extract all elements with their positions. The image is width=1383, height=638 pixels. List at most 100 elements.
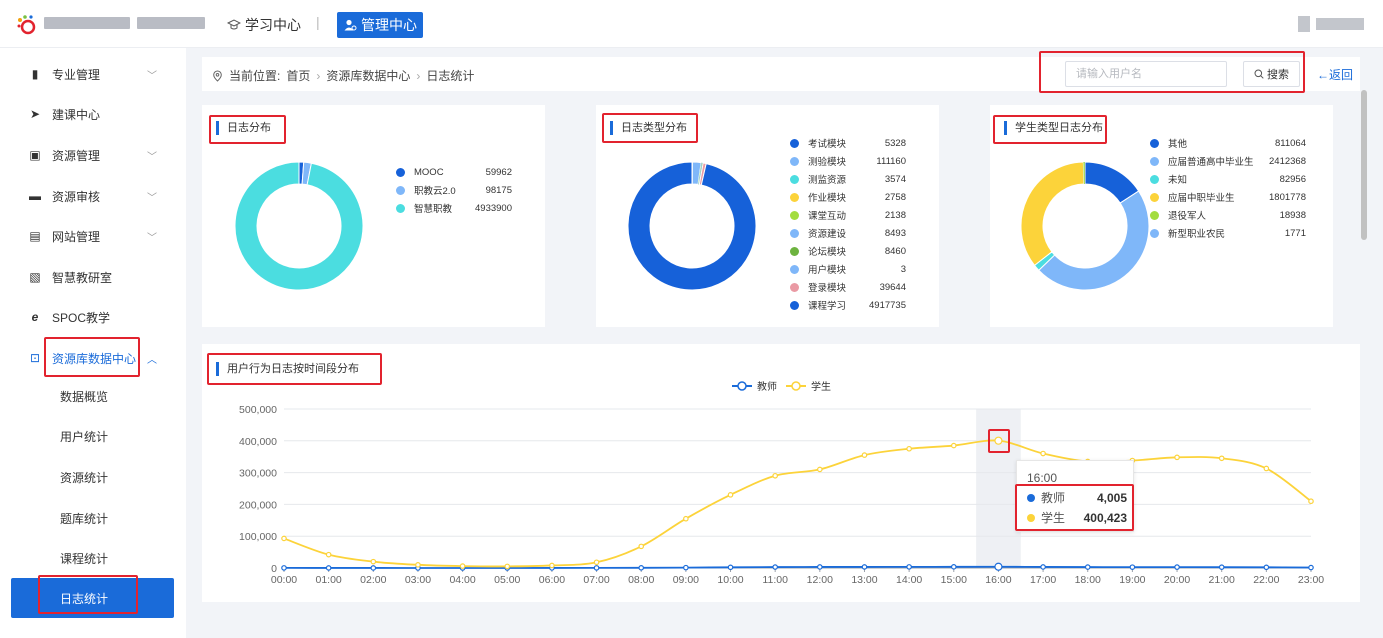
x-tick-label: 05:00 [494,574,520,586]
data-point[interactable] [370,565,377,571]
data-point[interactable] [994,436,1003,445]
data-point[interactable] [1174,564,1180,570]
data-point[interactable] [504,563,511,570]
sidebar-item-course-build[interactable]: ➤ 建课中心 [0,94,186,134]
blurred-avatar [1298,16,1310,32]
legend-item[interactable]: 课堂互动 2138 [790,206,906,224]
data-point[interactable] [950,564,957,570]
sidebar-item-spoc[interactable]: e SPOC教学 [0,297,186,337]
legend-item[interactable]: 退役军人 18938 [1150,206,1306,224]
data-point[interactable] [861,452,868,458]
data-point[interactable] [1263,465,1270,472]
series-line-teacher[interactable] [283,565,1312,569]
data-point[interactable] [994,562,1003,571]
donut-slice[interactable] [1038,190,1150,291]
sidebar-item-smart-lab[interactable]: ▧ 智慧教研室 [0,257,186,297]
back-link[interactable]: ←返回 [1317,66,1353,83]
data-point[interactable] [1308,498,1314,505]
nav-divider: | [316,14,320,30]
legend-item[interactable]: 其他 811064 [1150,134,1306,152]
data-point[interactable] [1040,564,1046,570]
sidebar-subitem-questions[interactable]: 题库统计 [0,498,186,538]
data-point[interactable] [638,565,645,571]
card-log-distribution: 日志分布 MOOC 59962 职教云2.0 98175 智慧职教 4933900 [202,105,545,327]
sidebar-subitem-resources[interactable]: 资源统计 [0,457,186,497]
legend-item[interactable]: 应届中职毕业生 1801778 [1150,188,1306,206]
legend-item[interactable]: 智慧职教 4933900 [396,199,512,217]
data-point[interactable] [906,445,912,452]
legend-item[interactable]: 论坛模块 8460 [790,242,906,260]
sidebar-item-resource-review[interactable]: ▬ 资源审核 ﹀ [0,176,186,216]
donut-slice[interactable] [234,161,364,291]
sidebar-subitem-overview[interactable]: 数据概览 [0,376,186,416]
data-point[interactable] [459,563,466,569]
data-point[interactable] [906,564,912,570]
data-point[interactable] [593,565,600,571]
breadcrumb-data-center[interactable]: 资源库数据中心 [326,67,410,84]
data-point[interactable] [817,466,823,473]
data-point[interactable] [1263,564,1270,571]
search-button[interactable]: 搜索 [1243,61,1300,87]
legend-item[interactable]: 考试模块 5328 [790,134,906,152]
x-tick-label: 07:00 [583,574,609,586]
scrollbar-thumb[interactable] [1361,90,1367,240]
data-point[interactable] [861,564,868,570]
data-point[interactable] [1308,564,1314,571]
data-point[interactable] [281,565,287,571]
data-point[interactable] [281,535,287,542]
nav-study-center[interactable]: 学习中心 [227,15,301,35]
sidebar-subitem-logs[interactable]: 日志统计 [11,578,174,618]
data-point[interactable] [772,472,778,479]
data-point[interactable] [817,564,823,570]
legend-item[interactable]: 用户模块 3 [790,260,906,278]
data-point[interactable] [950,442,957,449]
data-point[interactable] [727,492,734,498]
data-point[interactable] [727,564,734,571]
data-point[interactable] [638,543,645,550]
donut-slice[interactable] [627,161,757,291]
sidebar-subitem-users[interactable]: 用户统计 [0,416,186,456]
chevron-down-icon: ﹀ [147,151,157,163]
data-point[interactable] [772,564,778,570]
sidebar-item-site-mgmt[interactable]: ▤ 网站管理 ﹀ [0,216,186,256]
student-dot-icon [1027,513,1035,522]
data-point[interactable] [549,562,555,569]
data-point[interactable] [370,558,377,565]
sidebar-item-resource-mgmt[interactable]: ▣ 资源管理 ﹀ [0,135,186,175]
legend-item[interactable]: 职教云2.0 98175 [396,181,512,199]
data-point[interactable] [1040,450,1046,457]
data-point[interactable] [1129,564,1136,570]
search-input[interactable] [1065,61,1227,87]
data-point[interactable] [325,565,332,571]
series-line-student[interactable] [283,439,1312,568]
donut-slice[interactable] [1020,161,1085,267]
sidebar-item-major[interactable]: ▮ 专业管理 ﹀ [0,54,186,94]
data-point[interactable] [415,562,421,568]
legend-item[interactable]: MOOC 59962 [396,163,512,181]
data-point[interactable] [1218,564,1225,570]
legend-label[interactable]: 学生 [811,380,831,393]
data-point[interactable] [683,515,689,522]
sidebar-subitem-courses[interactable]: 课程统计 [0,538,186,578]
legend-label: 用户模块 [808,265,847,276]
legend-item[interactable]: 课程学习 4917735 [790,296,906,314]
breadcrumb-home[interactable]: 首页 [286,67,310,84]
legend-item[interactable]: 作业模块 2758 [790,188,906,206]
data-point[interactable] [683,564,689,571]
legend-item[interactable]: 登录模块 39644 [790,278,906,296]
legend-item[interactable]: 未知 82956 [1150,170,1306,188]
legend-item[interactable]: 测监资源 3574 [790,170,906,188]
legend-item[interactable]: 新型职业农民 1771 [1150,224,1306,242]
legend-label[interactable]: 教师 [757,380,777,393]
sidebar-item-data-center[interactable]: ⊡ 资源库数据中心 ︿ [0,338,186,378]
data-point[interactable] [1084,564,1091,570]
data-point[interactable] [593,559,600,566]
legend-item[interactable]: 应届普通高中毕业生 2412368 [1150,152,1306,170]
data-point[interactable] [1174,454,1180,461]
nav-admin-center[interactable]: 管理中心 [337,12,423,38]
tooltip-series-value: 400,423 [1083,510,1127,525]
data-point[interactable] [1218,455,1225,462]
legend-item[interactable]: 资源建设 8493 [790,224,906,242]
data-point[interactable] [325,551,332,558]
legend-item[interactable]: 测验模块 111160 [790,152,906,170]
